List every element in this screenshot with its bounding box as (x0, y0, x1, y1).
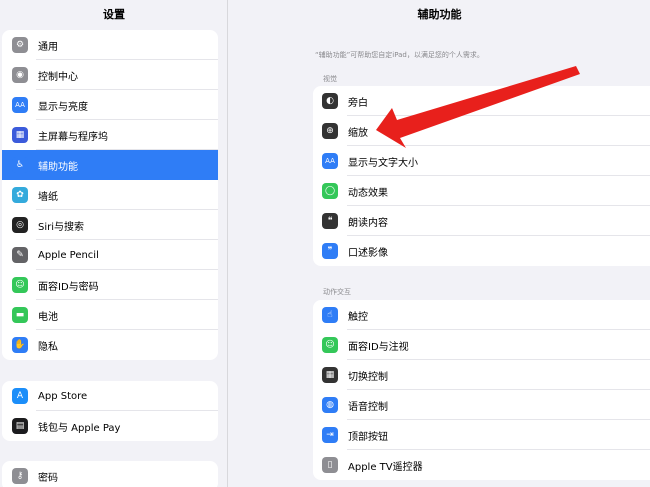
sidebar: 设置 ⚙ 通用 ◉ 控制中心 AA 显示与亮度 ▦ 主屏幕与程序坞 ♿ 辅助功能 ✿ 墙纸 ◎ Siri与… (0, 0, 228, 487)
sidebar-group-store: A App Store ▤ 钱包与 Apple Pay (2, 381, 218, 441)
sidebar-item-label: 隐私 (38, 341, 58, 353)
setting-item-label: 朗读内容 (348, 217, 388, 229)
sidebar-item-key[interactable]: ⚷ 密码 (2, 461, 218, 487)
battery-icon: ▬ (12, 307, 28, 323)
setting-item-label: 缩放 (348, 127, 368, 139)
face-id-icon: ☺ (12, 277, 28, 293)
motion-icon: ◯ (322, 183, 338, 199)
setting-item-label: 触控 (348, 311, 368, 323)
face-id-icon: ☺ (322, 337, 338, 353)
setting-item-label: 面容ID与注视 (348, 341, 409, 353)
page-description: “辅助功能”可帮助您自定iPad，以满足您的个人需求。 (315, 51, 484, 59)
sidebar-item-pencil[interactable]: ✎ Apple Pencil (2, 240, 218, 270)
hand-icon: ✋ (12, 337, 28, 353)
pencil-icon: ✎ (12, 247, 28, 263)
speech-bubble-icon: ❝ (322, 213, 338, 229)
setting-item-remote[interactable]: ▯ Apple TV遥控器 (313, 450, 650, 480)
setting-item-zoom[interactable]: ⊕ 缩放 (313, 116, 650, 146)
sidebar-item-gear[interactable]: ⚙ 通用 (2, 30, 218, 60)
voice-control-icon: ◍ (322, 397, 338, 413)
sidebar-item-label: 主屏幕与程序坞 (38, 131, 108, 143)
accessibility-icon: ♿ (12, 157, 28, 173)
switch-control-icon: ▦ (322, 367, 338, 383)
sidebar-item-app-store[interactable]: A App Store (2, 381, 218, 411)
sidebar-item-battery[interactable]: ▬ 电池 (2, 300, 218, 330)
setting-item-touch[interactable]: ☝ 触控 (313, 300, 650, 330)
siri-icon: ◎ (12, 217, 28, 233)
setting-item-label: 口述影像 (348, 247, 388, 259)
text-size-icon: AA (322, 153, 338, 169)
main-panel: 辅助功能 “辅助功能”可帮助您自定iPad，以满足您的个人需求。 视觉 ◐ 旁白 ⊕… (229, 0, 650, 487)
sidebar-item-accessibility[interactable]: ♿ 辅助功能 (2, 150, 218, 180)
sidebar-item-hand[interactable]: ✋ 隐私 (2, 330, 218, 360)
gear-icon: ⚙ (12, 37, 28, 53)
sidebar-item-wallet[interactable]: ▤ 钱包与 Apple Pay (2, 411, 218, 441)
sidebar-group-main: ⚙ 通用 ◉ 控制中心 AA 显示与亮度 ▦ 主屏幕与程序坞 ♿ 辅助功能 ✿ 墙纸 ◎ Siri与搜索 ✎… (2, 30, 218, 360)
setting-item-switch-control[interactable]: ▦ 切换控制 (313, 360, 650, 390)
setting-item-text-size[interactable]: AA 显示与文字大小 (313, 146, 650, 176)
zoom-icon: ⊕ (322, 123, 338, 139)
sidebar-item-label: 密码 (38, 472, 58, 484)
sidebar-item-label: 墙纸 (38, 191, 58, 203)
voiceover-icon: ◐ (322, 93, 338, 109)
setting-item-motion[interactable]: ◯ 动态效果 (313, 176, 650, 206)
sidebar-item-label: 通用 (38, 41, 58, 53)
sidebar-item-face-id[interactable]: ☺ 面容ID与密码 (2, 270, 218, 300)
sidebar-item-label: App Store (38, 390, 88, 402)
setting-item-label: Apple TV遥控器 (348, 461, 423, 473)
sidebar-item-text-size[interactable]: AA 显示与亮度 (2, 90, 218, 120)
sidebar-item-label: 面容ID与密码 (38, 281, 99, 293)
wallet-icon: ▤ (12, 418, 28, 434)
sidebar-item-label: Siri与搜索 (38, 221, 85, 233)
sidebar-item-toggles[interactable]: ◉ 控制中心 (2, 60, 218, 90)
setting-item-label: 语音控制 (348, 401, 388, 413)
text-size-icon: AA (12, 97, 28, 113)
setting-item-top-button[interactable]: ⇥ 顶部按钮 (313, 420, 650, 450)
setting-item-label: 动态效果 (348, 187, 388, 199)
touch-icon: ☝ (322, 307, 338, 323)
sidebar-item-label: 控制中心 (38, 71, 78, 83)
sidebar-title: 设置 (103, 8, 125, 21)
key-icon: ⚷ (12, 468, 28, 484)
sidebar-item-flower[interactable]: ✿ 墙纸 (2, 180, 218, 210)
setting-item-voiceover[interactable]: ◐ 旁白 (313, 86, 650, 116)
sidebar-item-siri[interactable]: ◎ Siri与搜索 (2, 210, 218, 240)
app-store-icon: A (12, 388, 28, 404)
audio-description-icon: ❞ (322, 243, 338, 259)
section-header-interaction: 动作交互 (323, 288, 351, 296)
sidebar-item-grid[interactable]: ▦ 主屏幕与程序坞 (2, 120, 218, 150)
setting-item-label: 切换控制 (348, 371, 388, 383)
sidebar-item-label: 显示与亮度 (38, 101, 88, 113)
setting-item-audio-description[interactable]: ❞ 口述影像 (313, 236, 650, 266)
top-button-icon: ⇥ (322, 427, 338, 443)
setting-item-label: 旁白 (348, 97, 368, 109)
toggles-icon: ◉ (12, 67, 28, 83)
setting-item-voice-control[interactable]: ◍ 语音控制 (313, 390, 650, 420)
setting-item-face-id[interactable]: ☺ 面容ID与注视 (313, 330, 650, 360)
section-vision: ◐ 旁白 ⊕ 缩放 AA 显示与文字大小 ◯ 动态效果 ❝ 朗读内容 ❞ 口述影像 (313, 86, 650, 266)
sidebar-item-label: 钱包与 Apple Pay (38, 422, 121, 434)
flower-icon: ✿ (12, 187, 28, 203)
remote-icon: ▯ (322, 457, 338, 473)
section-header-vision: 视觉 (323, 75, 337, 83)
setting-item-label: 顶部按钮 (348, 431, 388, 443)
setting-item-label: 显示与文字大小 (348, 157, 418, 169)
sidebar-item-label: 电池 (38, 311, 58, 323)
sidebar-item-label: Apple Pencil (38, 249, 99, 261)
section-interaction: ☝ 触控 ☺ 面容ID与注视 ▦ 切换控制 ◍ 语音控制 ⇥ 顶部按钮 ▯ Apple TV遥控器 (313, 300, 650, 480)
setting-item-speech-bubble[interactable]: ❝ 朗读内容 (313, 206, 650, 236)
sidebar-item-label: 辅助功能 (38, 161, 78, 173)
grid-icon: ▦ (12, 127, 28, 143)
sidebar-group-passwords: ⚷ 密码 (2, 461, 218, 487)
page-title: 辅助功能 (417, 8, 462, 21)
